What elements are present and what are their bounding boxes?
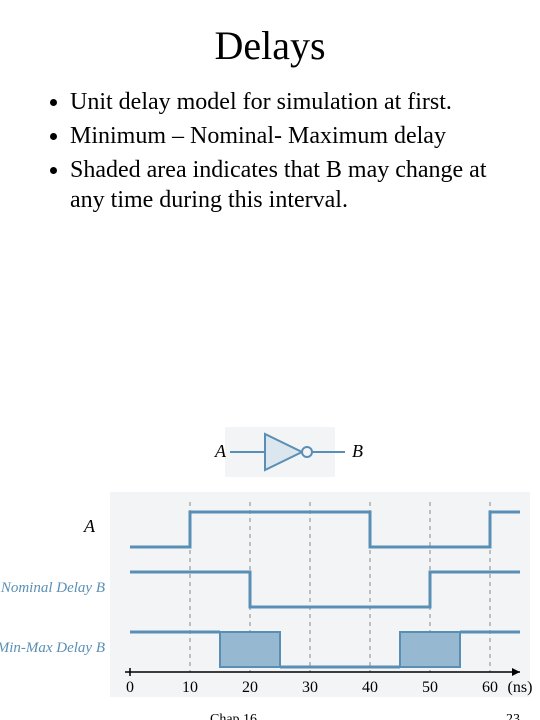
bullet-item: Shaded area indicates that B may change … [70,155,500,215]
footer-chapter: Chap 16 [210,712,257,720]
signal-label-minmax: Min-Max Delay B [0,640,105,656]
gate-input-label: A [214,441,227,461]
slide: Delays Unit delay model for simulation a… [0,22,540,720]
gate-output-label: B [352,441,363,461]
tick-label: 20 [242,679,258,696]
page-title: Delays [0,22,540,69]
timing-diagram: A Nominal Delay B Min-Max Delay B [0,492,532,697]
uncertainty-region [220,632,280,667]
tick-label: 10 [182,679,198,696]
bullet-item: Unit delay model for simulation at first… [70,87,500,117]
waveform-minmax-b: Min-Max Delay B [0,632,520,667]
signal-label-nominal: Nominal Delay B [0,580,105,596]
tick-label: 50 [422,679,438,696]
tick-label: 40 [362,679,378,696]
axis-unit: (ns) [508,679,533,696]
bullet-item: Minimum – Nominal- Maximum delay [70,121,500,151]
timing-figure: A B A [0,422,540,720]
footer-page-number: 23 [506,712,520,720]
uncertainty-region [400,632,460,667]
tick-label: 60 [482,679,498,696]
signal-label-a: A [83,516,96,536]
tick-label: 0 [126,679,134,696]
tick-label: 30 [302,679,318,696]
inverter-gate-icon: A B [214,427,363,477]
bullet-list: Unit delay model for simulation at first… [40,87,500,215]
timing-svg: A B A [0,422,540,720]
